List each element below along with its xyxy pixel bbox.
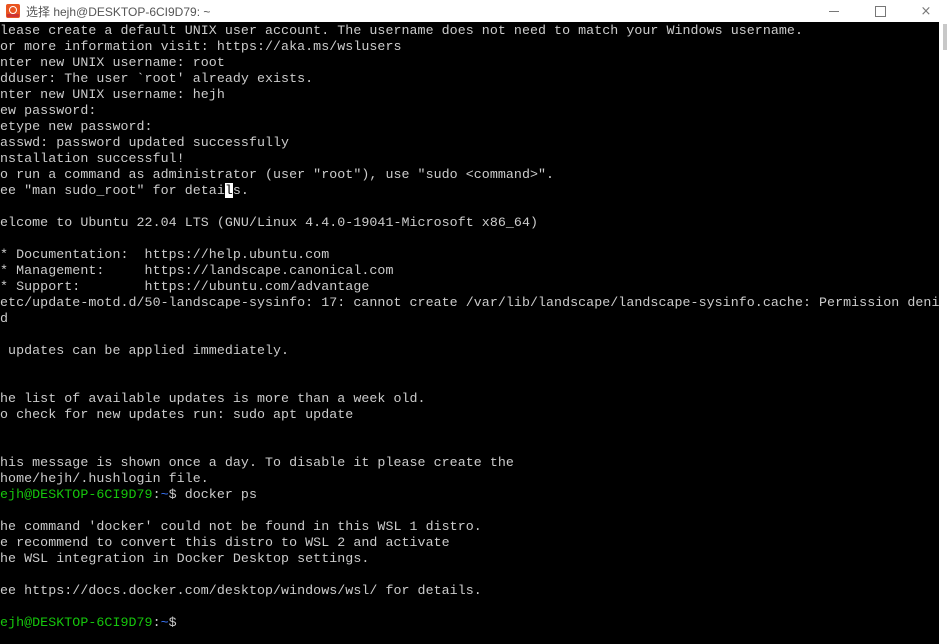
terminal-line: ed [0, 311, 9, 326]
terminal-line: * Documentation: https://help.ubuntu.com [0, 247, 330, 262]
terminal-line-see-man: See "man sudo_root" for details. [0, 183, 939, 199]
ubuntu-icon [6, 4, 20, 18]
prompt-user-host: hejh@DESKTOP-6CI9D79 [0, 487, 153, 502]
terminal-line: The command 'docker' could not be found … [0, 519, 482, 534]
prompt-user-host: hejh@DESKTOP-6CI9D79 [0, 615, 153, 630]
terminal-line: To run a command as administrator (user … [0, 167, 555, 182]
terminal-line: /home/hejh/.hushlogin file. [0, 471, 209, 486]
prompt-path: ~ [160, 487, 169, 502]
close-button[interactable]: × [903, 0, 949, 22]
window-controls: × [811, 0, 949, 22]
prompt-symbol: $ [168, 615, 177, 630]
prompt-command: docker ps [176, 487, 257, 502]
window-title: 选择 hejh@DESKTOP-6CI9D79: ~ [26, 4, 211, 19]
terminal-line: We recommend to convert this distro to W… [0, 535, 450, 550]
terminal-line: Enter new UNIX username: hejh [0, 87, 225, 102]
terminal-line: This message is shown once a day. To dis… [0, 455, 514, 470]
terminal-line: Please create a default UNIX user accoun… [0, 23, 803, 38]
title-bar: 选择 hejh@DESKTOP-6CI9D79: ~ × [0, 0, 949, 22]
terminal-line: To check for new updates run: sudo apt u… [0, 407, 354, 422]
prompt-separator: : [152, 615, 161, 630]
scrollbar-thumb[interactable] [943, 24, 947, 50]
prompt-symbol: $ [168, 487, 177, 502]
terminal-line: the WSL integration in Docker Desktop se… [0, 551, 370, 566]
terminal-line: /etc/update-motd.d/50-landscape-sysinfo:… [0, 295, 939, 310]
maximize-button[interactable] [857, 0, 903, 22]
text-cursor: l [224, 183, 233, 198]
terminal-line: New password: [0, 103, 97, 118]
close-icon: × [920, 3, 932, 19]
terminal-line: * Management: https://landscape.canonica… [0, 263, 394, 278]
prompt-separator: : [152, 487, 161, 502]
terminal-line: Enter new UNIX username: root [0, 55, 225, 70]
terminal-line: The list of available updates is more th… [0, 391, 426, 406]
terminal-line: Welcome to Ubuntu 22.04 LTS (GNU/Linux 4… [0, 215, 539, 230]
prompt-line: hejh@DESKTOP-6CI9D79:~$ docker ps [0, 487, 939, 503]
terminal-output[interactable]: Please create a default UNIX user accoun… [0, 22, 939, 644]
terminal-line: Installation successful! [0, 151, 185, 166]
minimize-button[interactable] [811, 0, 857, 22]
terminal-line: For more information visit: https://aka.… [0, 39, 402, 54]
terminal-line: See https://docs.docker.com/desktop/wind… [0, 583, 482, 598]
terminal-line: * Support: https://ubuntu.com/advantage [0, 279, 370, 294]
terminal-line: 0 updates can be applied immediately. [0, 343, 290, 358]
line-text: s. [232, 183, 249, 198]
line-text: See "man sudo_root" for detai [0, 183, 225, 198]
prompt-path: ~ [160, 615, 169, 630]
minimize-icon [829, 10, 839, 12]
terminal-line: passwd: password updated successfully [0, 135, 290, 150]
terminal-line: adduser: The user `root' already exists. [0, 71, 314, 86]
prompt-line[interactable]: hejh@DESKTOP-6CI9D79:~$ [0, 615, 939, 631]
vertical-scrollbar[interactable] [939, 22, 949, 644]
terminal-lines: Please create a default UNIX user accoun… [0, 23, 939, 631]
terminal-line: Retype new password: [0, 119, 153, 134]
maximize-icon [874, 5, 886, 17]
